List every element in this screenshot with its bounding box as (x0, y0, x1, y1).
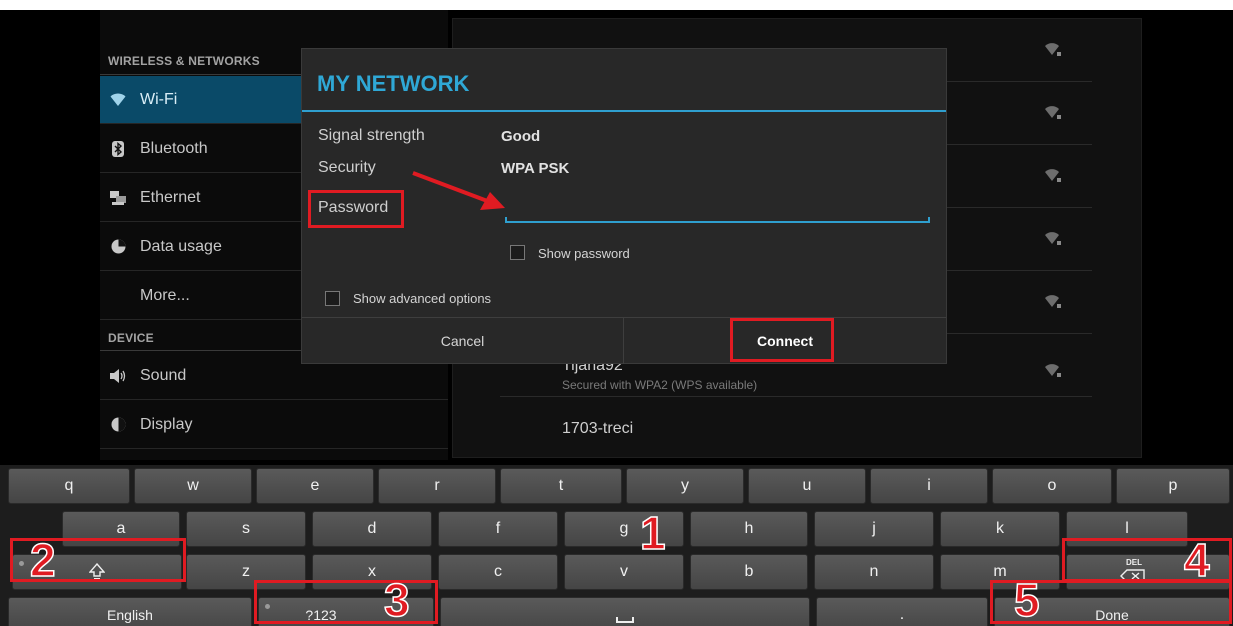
wifi-signal-icon (1045, 364, 1061, 377)
display-icon (110, 417, 126, 433)
key-v[interactable]: v (564, 554, 684, 590)
key-o[interactable]: o (992, 468, 1112, 504)
signal-strength-value: Good (501, 128, 541, 145)
show-advanced-label: Show advanced options (353, 291, 492, 306)
wifi-signal-icon (1045, 169, 1061, 182)
sidebar-item-label: Wi-Fi (140, 90, 178, 108)
key-k[interactable]: k (940, 511, 1060, 547)
sidebar-item-display[interactable]: Display (100, 401, 448, 449)
key-d[interactable]: d (312, 511, 432, 547)
data-usage-icon (110, 239, 126, 255)
wifi-icon (110, 92, 126, 108)
space-icon (616, 617, 634, 623)
annotation-number-5: 5 (1013, 574, 1040, 626)
sidebar-item-label: Data usage (140, 237, 222, 255)
network-security: Secured with WPA2 (WPS available) (562, 378, 758, 392)
annotation-number-4: 4 (1183, 534, 1210, 586)
annotation-number-2: 2 (29, 534, 56, 586)
symbols-highlight-box (254, 580, 438, 624)
key-n[interactable]: n (814, 554, 934, 590)
sidebar-item-label: Display (140, 415, 193, 433)
device-header: DEVICE (108, 331, 154, 345)
show-password-checkbox[interactable] (510, 245, 525, 260)
title-divider (302, 110, 946, 112)
wifi-signal-icon (1045, 295, 1061, 308)
key-b[interactable]: b (690, 554, 808, 590)
key-s[interactable]: s (186, 511, 306, 547)
dialog-button-bar: Cancel Connect (302, 317, 946, 364)
ethernet-icon (110, 190, 126, 206)
network-row[interactable]: 1703-treci (500, 398, 1092, 460)
bluetooth-icon (110, 140, 126, 157)
password-input[interactable] (505, 199, 930, 223)
key-j[interactable]: j (814, 511, 934, 547)
speaker-icon (110, 368, 126, 384)
security-label: Security (318, 159, 376, 176)
key-t[interactable]: t (500, 468, 622, 504)
network-name: 1703-treci (562, 420, 634, 437)
key-c[interactable]: c (438, 554, 558, 590)
sidebar-item-label: Ethernet (140, 188, 201, 206)
security-value: WPA PSK (501, 160, 570, 177)
red-arrow-icon (412, 171, 505, 210)
key-e[interactable]: e (256, 468, 374, 504)
sidebar-item-label: More... (140, 286, 190, 304)
show-password-label: Show password (538, 246, 630, 261)
android-screen: WIRELESS & NETWORKS Wi-Fi Bluetooth Ethe… (0, 10, 1233, 626)
period-key[interactable]: . (816, 597, 988, 626)
key-r[interactable]: r (378, 468, 496, 504)
annotation-number-3: 3 (383, 574, 410, 626)
dialog-title: MY NETWORK (317, 71, 470, 96)
key-y[interactable]: y (626, 468, 744, 504)
password-highlight-box (308, 190, 404, 228)
space-key[interactable] (440, 597, 810, 626)
sidebar-item-label: Sound (140, 366, 187, 384)
signal-strength-label: Signal strength (318, 127, 425, 144)
wifi-signal-icon (1045, 43, 1061, 56)
key-i[interactable]: i (870, 468, 988, 504)
key-u[interactable]: u (748, 468, 866, 504)
key-q[interactable]: q (8, 468, 130, 504)
sidebar-item-label: Bluetooth (140, 139, 208, 157)
key-h[interactable]: h (690, 511, 808, 547)
wifi-signal-icon (1045, 106, 1061, 119)
wifi-signal-icon (1045, 232, 1061, 245)
key-p[interactable]: p (1116, 468, 1230, 504)
language-key[interactable]: English (8, 597, 252, 626)
annotation-number-1: 1 (639, 507, 666, 559)
connect-highlight-box (730, 318, 834, 362)
wireless-networks-header: WIRELESS & NETWORKS (108, 54, 260, 68)
show-advanced-checkbox[interactable] (325, 291, 340, 306)
cancel-button[interactable]: Cancel (302, 318, 624, 364)
key-w[interactable]: w (134, 468, 252, 504)
key-g[interactable]: g (564, 511, 684, 547)
key-f[interactable]: f (438, 511, 558, 547)
